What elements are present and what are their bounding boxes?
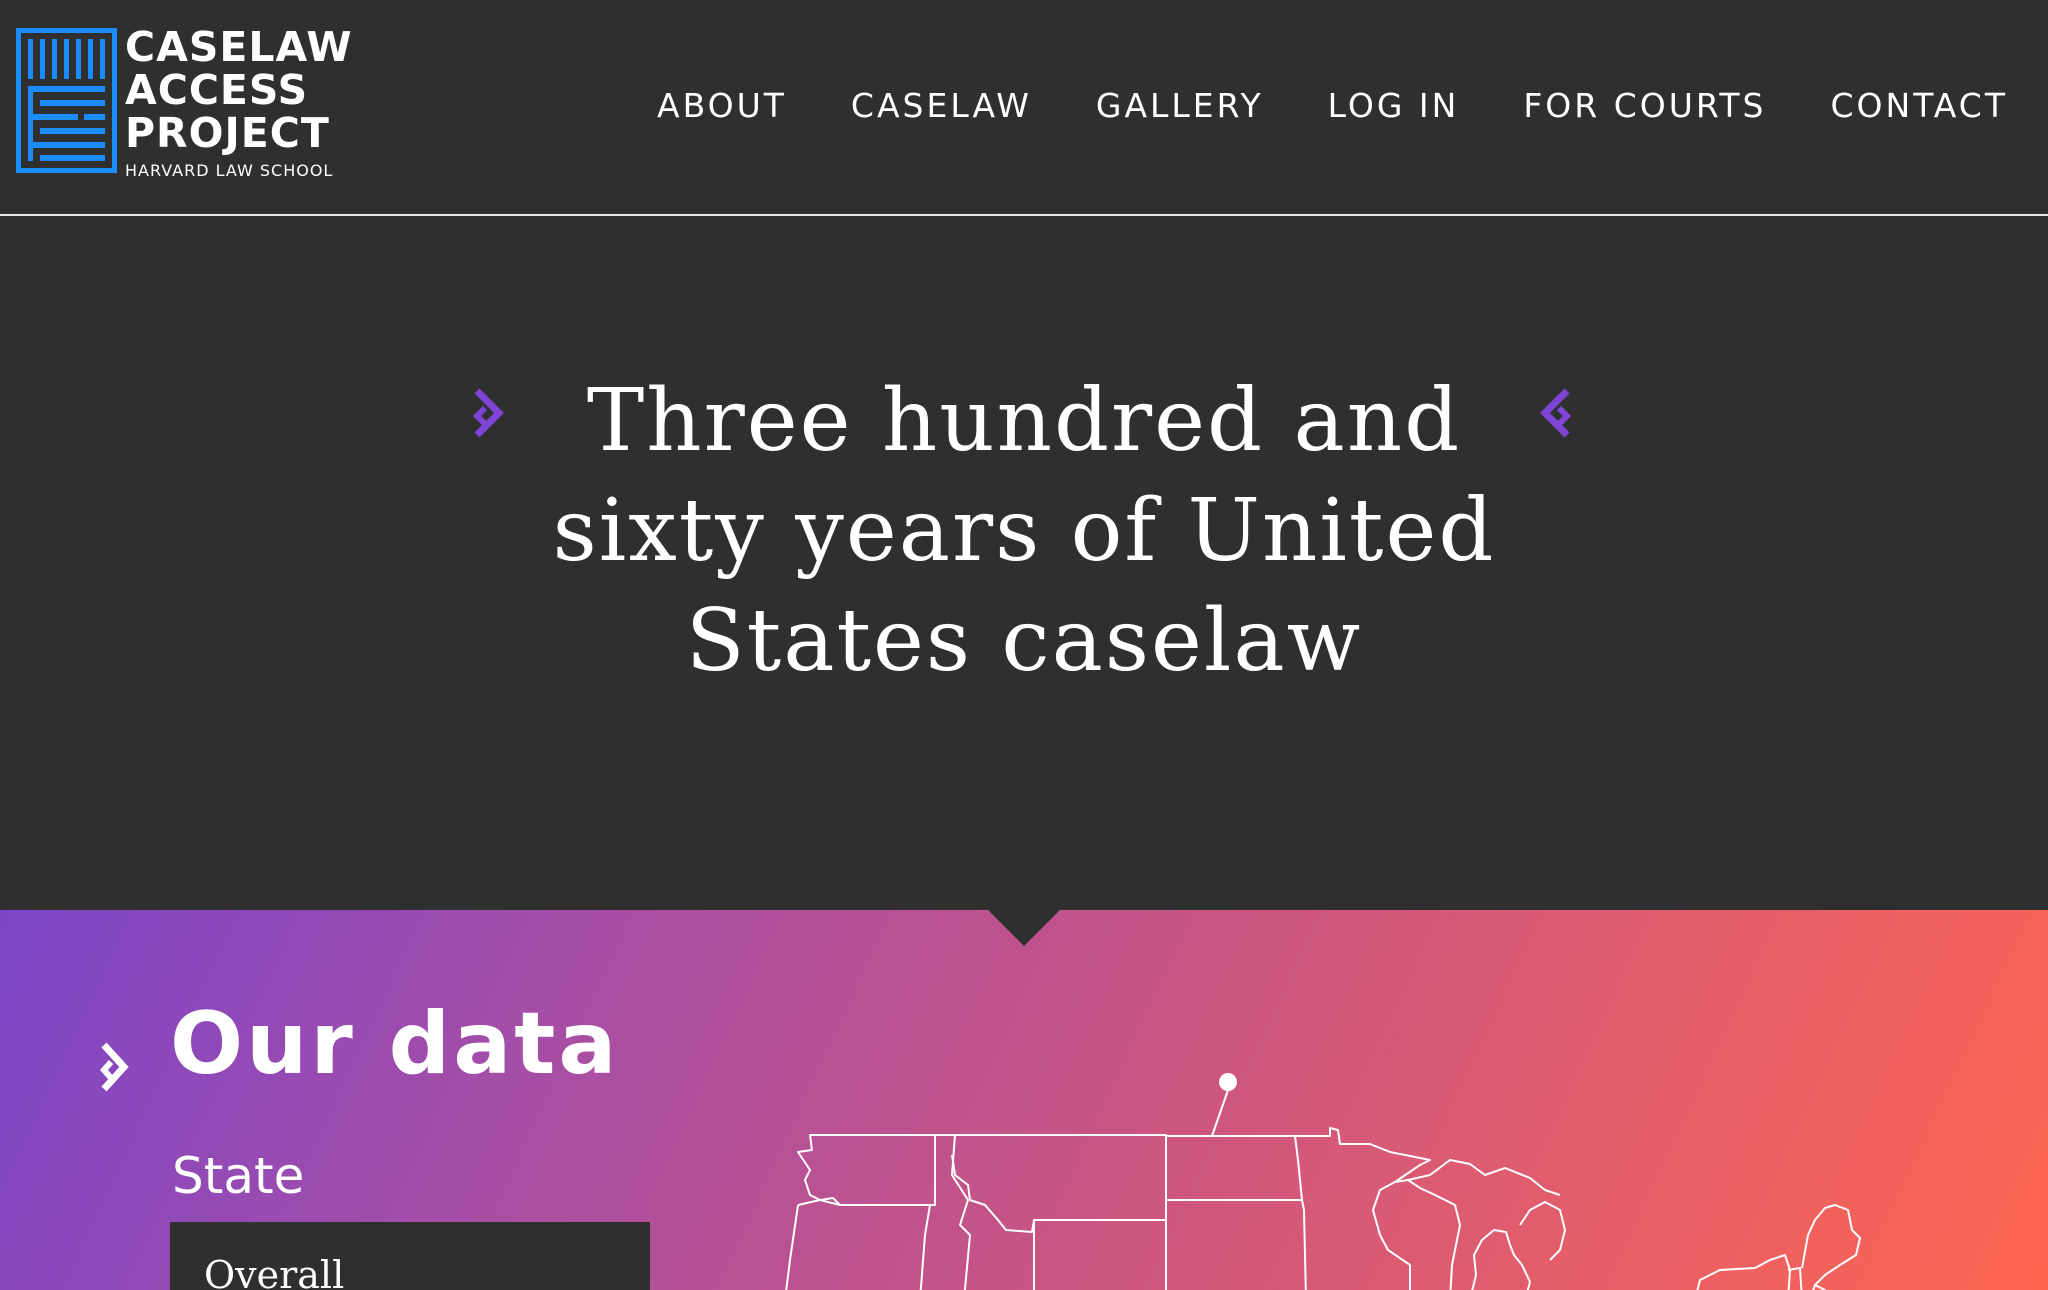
our-data-title: Our data xyxy=(170,994,620,1094)
state-select-value: Overall xyxy=(204,1253,345,1290)
site-logo-link[interactable]: CASELAW ACCESS PROJECT HARVARD LAW SCHOO… xyxy=(16,26,366,180)
nav-link-for-courts[interactable]: FOR COURTS xyxy=(1523,86,1766,125)
hero-section: Three hundred and sixty years of United … xyxy=(0,216,2048,910)
logo-wordmark: CASELAW ACCESS PROJECT HARVARD LAW SCHOO… xyxy=(125,23,375,181)
nav-link-about[interactable]: ABOUT xyxy=(657,86,787,125)
bracket-right-icon xyxy=(1540,388,1572,438)
logo-subtitle: HARVARD LAW SCHOOL xyxy=(125,161,334,180)
caselaw-logo-icon xyxy=(16,28,117,173)
logo-line: CASELAW xyxy=(125,23,353,71)
bracket-left-icon xyxy=(472,388,504,438)
main-nav: ABOUT CASELAW GALLERY LOG IN FOR COURTS … xyxy=(593,80,2008,130)
our-data-section: Our data State Overall xyxy=(0,910,2048,1290)
logo-line: ACCESS xyxy=(125,66,309,114)
nav-link-log-in[interactable]: LOG IN xyxy=(1328,86,1460,125)
state-select[interactable]: Overall xyxy=(170,1222,650,1290)
site-header: CASELAW ACCESS PROJECT HARVARD LAW SCHOO… xyxy=(0,0,2048,216)
nav-link-gallery[interactable]: GALLERY xyxy=(1096,86,1264,125)
hero-title: Three hundred and sixty years of United … xyxy=(552,371,1496,691)
nav-link-contact[interactable]: CONTACT xyxy=(1831,86,2009,125)
logo-line: PROJECT xyxy=(125,109,330,157)
section-notch xyxy=(986,908,1062,946)
bracket-icon xyxy=(100,1042,129,1092)
us-map-icon[interactable] xyxy=(770,1060,1890,1290)
page: CASELAW ACCESS PROJECT HARVARD LAW SCHOO… xyxy=(0,0,2048,1290)
state-label: State xyxy=(172,1147,305,1205)
nav-link-caselaw[interactable]: CASELAW xyxy=(851,86,1032,125)
